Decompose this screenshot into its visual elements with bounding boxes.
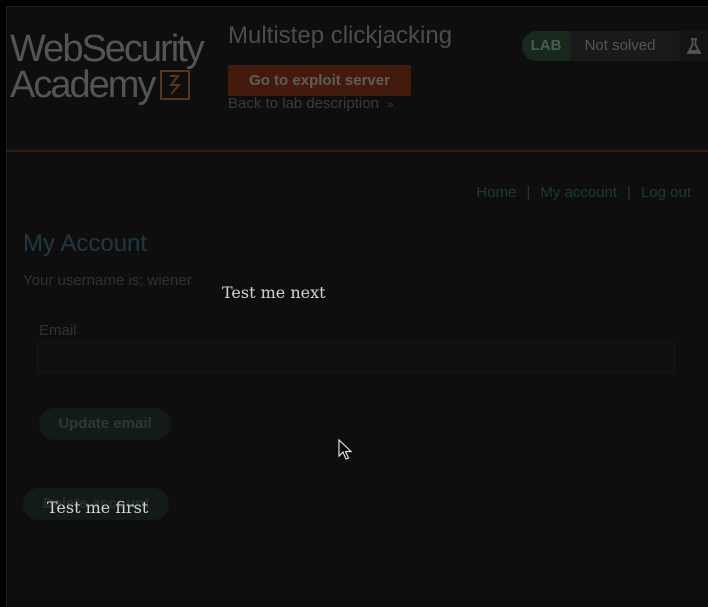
nav-home-link[interactable]: Home (476, 184, 516, 201)
lab-status-widget: LAB Not solved (522, 31, 708, 61)
lab-badge: LAB (522, 31, 570, 61)
nav-separator: | (526, 184, 531, 201)
email-field[interactable] (37, 342, 675, 373)
nav-my-account-link[interactable]: My account (540, 184, 617, 201)
lab-status-text: Not solved (570, 31, 670, 61)
iframe-border-left (6, 6, 7, 607)
decoy-test-me-first: Test me first (47, 498, 149, 517)
mouse-cursor-icon (338, 438, 353, 461)
nav-separator: | (627, 184, 631, 201)
page-title: My Account (23, 230, 148, 257)
account-nav: Home | My account | Log out (476, 184, 691, 201)
web-security-academy-logo[interactable]: WebSecurity Academy (10, 28, 210, 106)
header-divider (6, 150, 708, 152)
logo-bolt-icon (160, 70, 190, 100)
decoy-test-me-next: Test me next (222, 283, 326, 302)
logo-text-line1: WebSecurity (10, 28, 205, 70)
email-label: Email (39, 322, 77, 339)
update-email-button[interactable]: Update email (39, 408, 171, 440)
username-text: Your username is: wiener (23, 272, 192, 289)
go-to-exploit-server-button[interactable]: Go to exploit server (228, 65, 411, 96)
nav-log-out-link[interactable]: Log out (641, 184, 691, 201)
iframe-border-top (6, 6, 708, 7)
chevron-right-icon: » (386, 97, 394, 111)
lab-title: Multistep clickjacking (228, 22, 453, 49)
logo-text-line2: Academy (10, 64, 156, 106)
back-link-label: Back to lab description (228, 95, 379, 112)
back-to-lab-description-link[interactable]: Back to lab description » (228, 95, 394, 112)
attacker-page: WebSecurity Academy Multistep clickjacki… (0, 0, 708, 607)
flask-icon[interactable] (680, 31, 708, 61)
